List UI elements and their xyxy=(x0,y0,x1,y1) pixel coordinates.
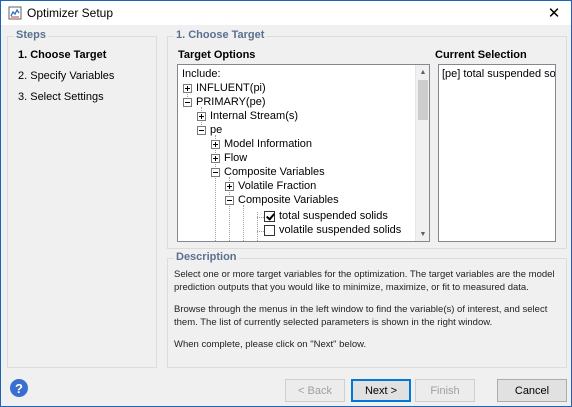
tree-item-label[interactable]: Model Information xyxy=(224,137,312,151)
tree-item-model-information[interactable]: Model Information xyxy=(211,137,312,151)
scroll-thumb[interactable] xyxy=(418,80,428,120)
checkbox-unchecked[interactable] xyxy=(264,224,275,236)
checkbox-checked[interactable] xyxy=(264,210,275,222)
description-paragraph: When complete, please click on "Next" be… xyxy=(174,339,367,350)
tree-item-flow[interactable]: Flow xyxy=(211,151,247,165)
tree-item-label[interactable]: Flow xyxy=(224,151,247,165)
description-legend: Description xyxy=(174,251,239,263)
tree-item-total-suspended-solids[interactable]: total suspended solids xyxy=(264,209,388,223)
collapse-icon[interactable] xyxy=(183,97,192,107)
title-bar: Optimizer Setup ✕ xyxy=(1,1,571,25)
collapse-icon[interactable] xyxy=(225,195,234,205)
app-icon xyxy=(8,6,22,20)
cancel-button[interactable]: Cancel xyxy=(497,379,567,402)
finish-button[interactable]: Finish xyxy=(415,379,475,402)
tree-item-label[interactable]: total suspended solids xyxy=(279,209,388,223)
tree-item-internal-streams[interactable]: Internal Stream(s) xyxy=(197,109,298,123)
expand-icon[interactable] xyxy=(183,83,192,93)
selection-item[interactable]: [pe] total suspended solids xyxy=(442,68,555,80)
target-options-tree[interactable]: Include: INFLUENT(pi) PRIMARY(pe) Intern… xyxy=(177,64,430,242)
description-paragraph: Browse through the menus in the left win… xyxy=(174,304,548,328)
expand-icon[interactable] xyxy=(225,181,234,191)
tree-item-include: Include: xyxy=(182,67,221,81)
tree-item-label[interactable]: PRIMARY(pe) xyxy=(196,95,265,109)
window-title: Optimizer Setup xyxy=(27,6,114,20)
tree-item-label[interactable]: Composite Variables xyxy=(224,165,325,179)
close-icon[interactable]: ✕ xyxy=(537,1,571,25)
scroll-up-icon[interactable]: ▲ xyxy=(416,65,429,79)
current-selection-list[interactable]: [pe] total suspended solids xyxy=(438,64,556,242)
tree-item-volatile-suspended-solids[interactable]: volatile suspended solids xyxy=(264,223,401,237)
tree-item-composite-variables-sub[interactable]: Composite Variables xyxy=(225,193,339,207)
back-button[interactable]: < Back xyxy=(285,379,345,402)
tree-item-influent[interactable]: INFLUENT(pi) xyxy=(183,81,266,95)
step-select-settings: 3. Select Settings xyxy=(18,91,104,103)
step-specify-variables: 2. Specify Variables xyxy=(18,70,115,82)
tree-item-label[interactable]: volatile suspended solids xyxy=(279,223,401,237)
scroll-down-icon[interactable]: ▼ xyxy=(416,227,429,241)
tree-item-label[interactable]: INFLUENT(pi) xyxy=(196,81,266,95)
description-paragraph: Select one or more target variables for … xyxy=(174,269,555,293)
tree-item-volatile-fraction[interactable]: Volatile Fraction xyxy=(225,179,316,193)
steps-legend: Steps xyxy=(14,29,48,41)
steps-panel: Steps 1. Choose Target 2. Specify Variab… xyxy=(7,29,157,368)
tree-item-label[interactable]: Volatile Fraction xyxy=(238,179,316,193)
tree-item-label[interactable]: Internal Stream(s) xyxy=(210,109,298,123)
tree-item-label: Include: xyxy=(182,68,221,80)
expand-icon[interactable] xyxy=(211,139,220,149)
target-options-header: Target Options xyxy=(178,49,256,61)
tree-scrollbar[interactable]: ▲ ▼ xyxy=(415,65,429,241)
current-selection-header: Current Selection xyxy=(435,49,527,61)
tree-item-primary[interactable]: PRIMARY(pe) xyxy=(183,95,265,109)
help-icon[interactable]: ? xyxy=(10,379,28,397)
tree-item-label[interactable]: pe xyxy=(210,123,222,137)
collapse-icon[interactable] xyxy=(211,167,220,177)
tree-item-composite-variables[interactable]: Composite Variables xyxy=(211,165,325,179)
tree-item-label[interactable]: Composite Variables xyxy=(238,193,339,207)
step-choose-target: 1. Choose Target xyxy=(18,49,107,61)
optimizer-setup-window: Optimizer Setup ✕ Steps 1. Choose Target… xyxy=(0,0,572,407)
description-panel: Description Select one or more target va… xyxy=(167,251,567,368)
choose-target-legend: 1. Choose Target xyxy=(174,29,267,41)
expand-icon[interactable] xyxy=(211,153,220,163)
description-text: Select one or more target variables for … xyxy=(174,269,562,362)
tree-item-pe[interactable]: pe xyxy=(197,123,222,137)
collapse-icon[interactable] xyxy=(197,125,206,135)
next-button[interactable]: Next > xyxy=(351,379,411,402)
expand-icon[interactable] xyxy=(197,111,206,121)
